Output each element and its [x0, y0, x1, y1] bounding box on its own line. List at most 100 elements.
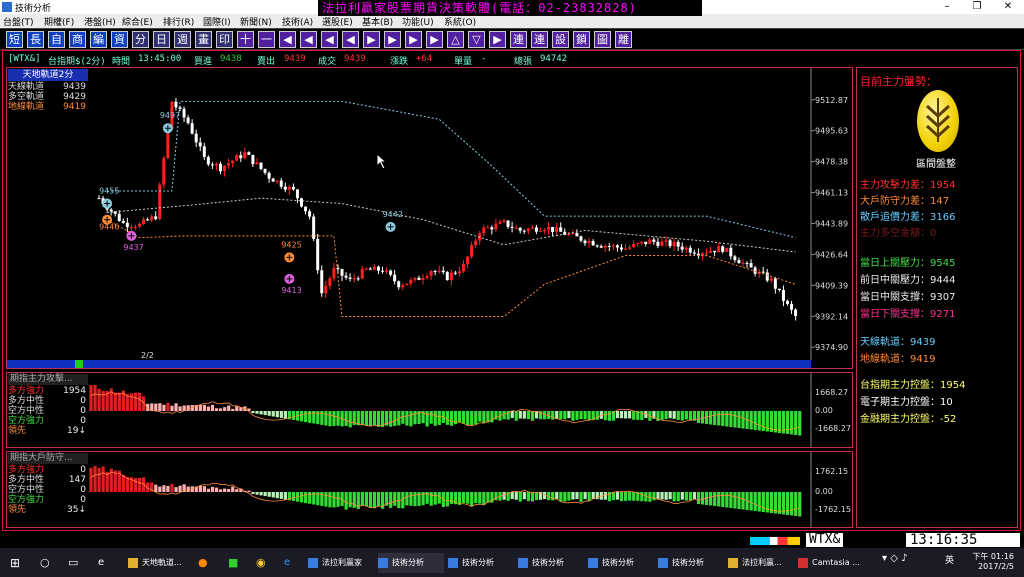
toolbar-button[interactable]: 編 — [90, 31, 107, 48]
toolbar-button[interactable]: ◀ — [342, 31, 359, 48]
menu-item-intl[interactable]: 國際(I) — [203, 15, 231, 28]
taskbar-item-tech-3[interactable]: 技術分析 — [518, 553, 584, 573]
toolbar-button[interactable]: ◀ — [279, 31, 296, 48]
toolbar-button[interactable]: ▶ — [363, 31, 380, 48]
main-legend-title[interactable]: 天地軌道2分 — [8, 69, 88, 81]
toolbar-button[interactable]: 分 — [132, 31, 149, 48]
menu-item-tai[interactable]: 台盤(T) — [3, 15, 34, 28]
toolbar-button[interactable]: 自 — [48, 31, 65, 48]
taskbar-item-ferrari[interactable]: 法拉利贏家 — [308, 553, 374, 573]
start-menu-icon[interactable]: ⊞ — [10, 553, 20, 573]
toolbar-button[interactable]: 日 — [153, 31, 170, 48]
chrome-icon[interactable]: ◉ — [256, 553, 266, 573]
menu-item-composite[interactable]: 綜合(E) — [122, 15, 153, 28]
taskbar-item-ferrari-2[interactable]: 法拉利贏... — [728, 553, 794, 573]
histogram-bar — [567, 411, 571, 419]
histogram-bar — [259, 411, 263, 415]
taskbar-item-tech-1[interactable]: 技術分析 — [378, 553, 444, 573]
close-button[interactable]: ✕ — [993, 0, 1023, 14]
histogram-bar — [619, 411, 624, 419]
taskbar-item-tech-4[interactable]: 技術分析 — [588, 553, 654, 573]
taskbar-clock-date[interactable]: 2017/2/5 — [960, 562, 1014, 571]
histogram-bar — [291, 492, 296, 501]
candle-body — [790, 303, 794, 310]
menu-item-tech[interactable]: 技術(A) — [282, 15, 313, 28]
toolbar-button[interactable]: 商 — [69, 31, 86, 48]
menu-item-func[interactable]: 功能(U) — [402, 15, 434, 28]
ie-icon[interactable]: e — [284, 553, 290, 573]
candle-body — [186, 117, 190, 124]
toolbar-button[interactable]: 資 — [111, 31, 128, 48]
ground-line — [106, 219, 796, 318]
taskbar-item-camtasia[interactable]: Camtasia ... — [798, 553, 868, 573]
histogram-bar — [364, 411, 368, 426]
sub-chart-attack[interactable]: 期指主力攻擊... 多方強力 1954 多方中性 0 空方中性 0 空方強力 0 領先 19↓ 1… — [6, 372, 853, 448]
toolbar-button[interactable]: 短 — [6, 31, 23, 48]
sub-legend-row: 多方強力 0 — [8, 465, 88, 475]
taskbar-item-tech-2[interactable]: 技術分析 — [448, 553, 514, 573]
toolbar-button[interactable]: 印 — [216, 31, 233, 48]
toolbar-button[interactable]: 連 — [531, 31, 548, 48]
sub1-title[interactable]: 期指主力攻擊... — [8, 374, 88, 385]
main-chart-panel[interactable]: 9512.87 9495.63 9478.38 9461.13 9443.89 9426.… — [6, 67, 853, 369]
histogram-bar — [198, 404, 202, 411]
candle-body — [652, 239, 656, 242]
toolbar-button[interactable]: 連 — [510, 31, 527, 48]
defense-histogram[interactable] — [7, 452, 852, 527]
taskbar-item-folder[interactable]: 天地軌道... — [128, 553, 186, 573]
candlestick-chart[interactable]: 9512.87 9495.63 9478.38 9461.13 9443.89 9426.… — [7, 68, 852, 368]
task-view-icon[interactable]: ▭ — [68, 553, 78, 573]
search-icon[interactable]: ○ — [40, 553, 50, 573]
maximize-button[interactable]: ❐ — [962, 0, 992, 14]
toolbar-button[interactable]: 離 — [615, 31, 632, 48]
chart-scrollbar[interactable] — [7, 360, 811, 368]
toolbar-button[interactable]: 鎖 — [573, 31, 590, 48]
toolbar-button[interactable]: 圖 — [594, 31, 611, 48]
menu-item-system[interactable]: 系統(O) — [444, 15, 476, 28]
tray-icons[interactable]: ▾ ◇ ♪ — [882, 553, 907, 564]
histogram-bar — [405, 492, 409, 506]
edge-icon[interactable]: e — [98, 553, 104, 573]
sub2-title[interactable]: 期指大戶防守... — [8, 453, 88, 464]
candle-body — [717, 246, 721, 253]
histogram-bar — [158, 486, 162, 492]
attack-histogram[interactable] — [7, 373, 852, 447]
histogram-bar — [603, 492, 607, 500]
menu-item-select[interactable]: 選股(E) — [322, 15, 353, 28]
sub-chart-defense[interactable]: 期指大戶防守... 多方強力 0 多方中性 147 空方中性 0 空方強力 0 領先 35↓ 17… — [6, 451, 853, 528]
histogram-bar — [344, 492, 348, 510]
firefox-icon[interactable]: ● — [198, 553, 208, 573]
histogram-bar — [660, 492, 664, 500]
toolbar-button[interactable]: ◀ — [300, 31, 317, 48]
toolbar-button[interactable]: 一 — [258, 31, 275, 48]
toolbar-button[interactable]: 設 — [552, 31, 569, 48]
menu-item-news[interactable]: 新聞(N) — [240, 15, 272, 28]
toolbar-button[interactable]: ▶ — [405, 31, 422, 48]
minimize-button[interactable]: – — [932, 0, 962, 14]
taskbar-item-tech-5[interactable]: 技術分析 — [658, 553, 724, 573]
histogram-bar — [263, 411, 267, 416]
histogram-bar — [733, 411, 737, 428]
toolbar-button[interactable]: 十 — [237, 31, 254, 48]
sub2-tick-top: 1762.15 — [815, 467, 849, 476]
toolbar-button[interactable]: ▽ — [468, 31, 485, 48]
toolbar-button[interactable]: 週 — [174, 31, 191, 48]
menu-item-basic[interactable]: 基本(B) — [362, 15, 393, 28]
histogram-bar — [470, 492, 474, 507]
menu-item-rank[interactable]: 排行(R) — [163, 15, 194, 28]
toolbar-button[interactable]: ▶ — [426, 31, 443, 48]
toolbar-button[interactable]: ◀ — [321, 31, 338, 48]
toolbar-button[interactable]: 畫 — [195, 31, 212, 48]
toolbar-button[interactable]: △ — [447, 31, 464, 48]
histogram-bar — [579, 411, 583, 420]
scrollbar-thumb[interactable] — [75, 360, 83, 368]
menu-item-hk[interactable]: 港盤(H) — [84, 15, 116, 28]
ime-indicator[interactable]: 英 — [945, 553, 954, 566]
menu-item-futures[interactable]: 期權(F) — [44, 15, 74, 28]
toolbar-button[interactable]: ▶ — [489, 31, 506, 48]
taskbar-clock-time[interactable]: 下午 01:16 — [960, 551, 1014, 562]
toolbar-button[interactable]: 長 — [27, 31, 44, 48]
toolbar-button[interactable]: ▶ — [384, 31, 401, 48]
app-green-icon[interactable]: ■ — [228, 553, 238, 573]
histogram-bar — [93, 466, 97, 492]
